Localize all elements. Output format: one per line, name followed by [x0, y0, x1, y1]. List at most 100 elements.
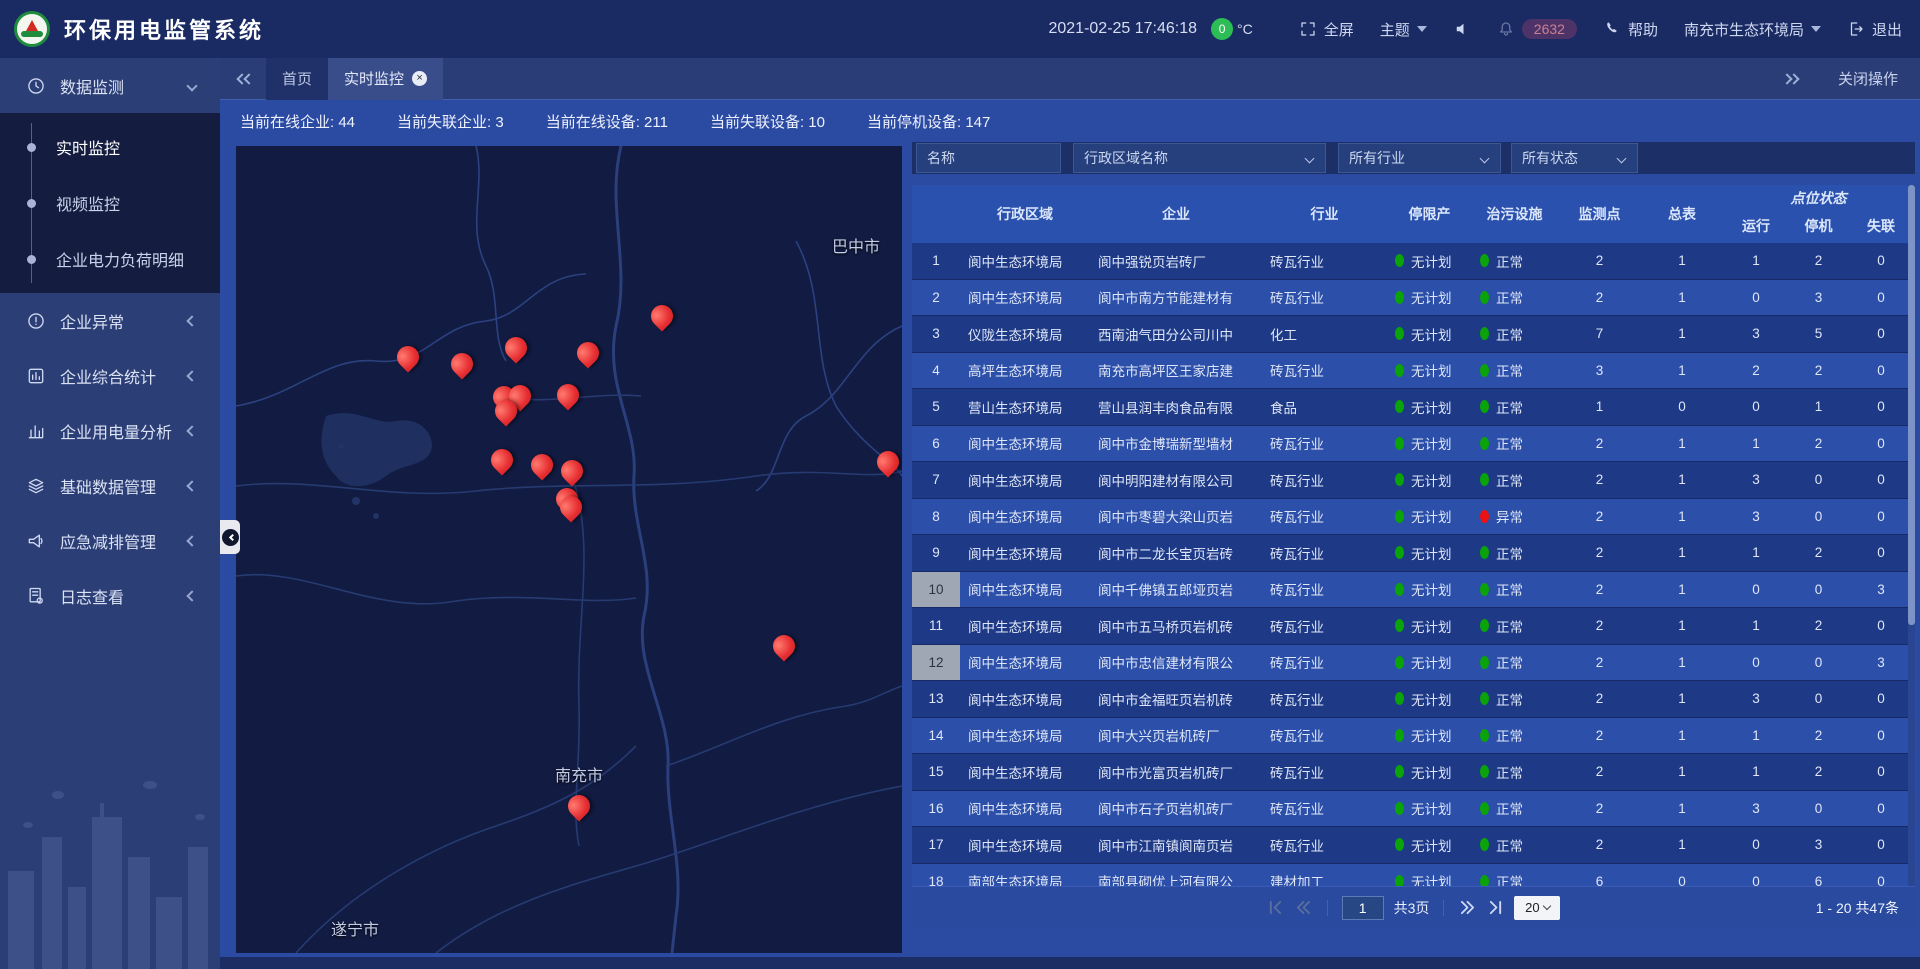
- table-row[interactable]: 12阆中生态环境局阆中市忠信建材有限公砖瓦行业无计划正常21003: [912, 645, 1915, 682]
- status-dot-icon: [1480, 473, 1489, 486]
- table-row[interactable]: 8阆中生态环境局阆中市枣碧大梁山页岩砖瓦行业无计划异常21300: [912, 499, 1915, 536]
- table-row[interactable]: 18南部生态环境局南部县砌优上河有限公建材加工无计划正常60060: [912, 864, 1915, 887]
- status-dot-icon: [1480, 327, 1489, 340]
- cell-facility-status: 正常: [1472, 243, 1557, 279]
- cell-monitor: 2: [1557, 243, 1642, 279]
- sidebar-collapse-handle[interactable]: [220, 520, 240, 554]
- cell-region: 阆中生态环境局: [960, 608, 1090, 644]
- sidebar-subitem-3[interactable]: 企业电力负荷明细: [0, 231, 220, 287]
- tabs-scroll-left-button[interactable]: [238, 75, 252, 83]
- sidebar-subitem-label: 实时监控: [56, 135, 120, 159]
- cell-stopped: 3: [1790, 827, 1847, 863]
- scrollbar-thumb[interactable]: [1908, 185, 1915, 625]
- cell-monitor: 2: [1557, 681, 1642, 717]
- notification-bell[interactable]: 2632: [1497, 19, 1577, 39]
- table-row[interactable]: 7阆中生态环境局阆中明阳建材有限公司砖瓦行业无计划正常21300: [912, 462, 1915, 499]
- cell-run: 0: [1722, 572, 1790, 608]
- org-dropdown[interactable]: 南充市生态环境局: [1684, 19, 1821, 40]
- theme-dropdown[interactable]: 主题: [1380, 19, 1427, 40]
- cell-monitor: 3: [1557, 353, 1642, 389]
- next-page-button[interactable]: [1458, 899, 1476, 917]
- table-row[interactable]: 11阆中生态环境局阆中市五马桥页岩机砖砖瓦行业无计划正常21120: [912, 608, 1915, 645]
- cell-region: 阆中生态环境局: [960, 462, 1090, 498]
- chevron-left-icon: [186, 425, 197, 436]
- chart-icon: [26, 421, 46, 441]
- table-row[interactable]: 3仪陇生态环境局西南油气田分公司川中化工无计划正常71350: [912, 316, 1915, 353]
- tab-home[interactable]: 首页: [266, 58, 328, 100]
- sidebar-item-1[interactable]: 数据监测: [0, 58, 220, 113]
- map-panel[interactable]: 巴中市南充市遂宁市: [236, 146, 902, 953]
- sidebar-subitem-2[interactable]: 视频监控: [0, 175, 220, 231]
- status-dot-icon: [1480, 875, 1489, 886]
- sidebar-item-2[interactable]: 企业异常: [0, 293, 220, 348]
- cell-lost: 0: [1847, 608, 1915, 644]
- cell-industry: 砖瓦行业: [1262, 754, 1387, 790]
- table-scrollbar[interactable]: [1908, 185, 1915, 886]
- cell-facility-status: 正常: [1472, 353, 1557, 389]
- close-operations-button[interactable]: 关闭操作: [1838, 68, 1898, 89]
- table-row[interactable]: 10阆中生态环境局阆中千佛镇五郎垭页岩砖瓦行业无计划正常21003: [912, 572, 1915, 609]
- first-page-button[interactable]: [1267, 899, 1285, 917]
- table-row[interactable]: 15阆中生态环境局阆中市光富页岩机砖厂砖瓦行业无计划正常21120: [912, 754, 1915, 791]
- cell-lost: 0: [1847, 754, 1915, 790]
- stat-item: 当前失联设备: 10: [710, 111, 825, 132]
- sidebar-subitem-1[interactable]: 实时监控: [0, 119, 220, 175]
- cell-num: 14: [912, 718, 960, 754]
- cell-company: 阆中市枣碧大梁山页岩: [1090, 499, 1262, 535]
- cell-company: 阆中市金博瑞新型墙材: [1090, 426, 1262, 462]
- table-row[interactable]: 17阆中生态环境局阆中市江南镇阆南页岩砖瓦行业无计划正常21030: [912, 827, 1915, 864]
- sidebar-item-label: 企业综合统计: [60, 364, 188, 388]
- sidebar-item-7[interactable]: 日志查看: [0, 568, 220, 623]
- cell-company: 阆中大兴页岩机砖厂: [1090, 718, 1262, 754]
- fullscreen-button[interactable]: 全屏: [1299, 19, 1354, 40]
- close-tab-icon[interactable]: ×: [412, 71, 427, 86]
- table-row[interactable]: 16阆中生态环境局阆中市石子页岩机砖厂砖瓦行业无计划正常21300: [912, 791, 1915, 828]
- table-row[interactable]: 14阆中生态环境局阆中大兴页岩机砖厂砖瓦行业无计划正常21120: [912, 718, 1915, 755]
- last-page-button[interactable]: [1486, 899, 1504, 917]
- cell-stopped: 0: [1790, 499, 1847, 535]
- cell-stop-status: 无计划: [1387, 499, 1472, 535]
- industry-filter-select[interactable]: 所有行业: [1338, 143, 1501, 173]
- sidebar-item-4[interactable]: 企业用电量分析: [0, 403, 220, 458]
- status-dot-icon: [1480, 364, 1489, 377]
- table-row[interactable]: 6阆中生态环境局阆中市金博瑞新型墙材砖瓦行业无计划正常21120: [912, 426, 1915, 463]
- table-row[interactable]: 4高坪生态环境局南充市高坪区王家店建砖瓦行业无计划正常31220: [912, 353, 1915, 390]
- sidebar-item-label: 数据监测: [60, 74, 188, 98]
- tab-realtime-monitor[interactable]: 实时监控 ×: [328, 58, 443, 100]
- col-lost: 失联: [1847, 209, 1915, 243]
- cell-run: 1: [1722, 754, 1790, 790]
- cell-stopped: 1: [1790, 389, 1847, 425]
- table-row[interactable]: 13阆中生态环境局阆中市金福旺页岩机砖砖瓦行业无计划正常21300: [912, 681, 1915, 718]
- sidebar-item-5[interactable]: 基础数据管理: [0, 458, 220, 513]
- status-dot-icon: [1480, 583, 1489, 596]
- sidebar-item-3[interactable]: 企业综合统计: [0, 348, 220, 403]
- name-filter[interactable]: [916, 143, 1061, 173]
- status-dot-icon: [1395, 546, 1404, 559]
- table-row[interactable]: 9阆中生态环境局阆中市二龙长宝页岩砖砖瓦行业无计划正常21120: [912, 535, 1915, 572]
- table-row[interactable]: 1阆中生态环境局阆中强锐页岩砖厂砖瓦行业无计划正常21120: [912, 243, 1915, 280]
- status-dot-icon: [1480, 729, 1489, 742]
- name-filter-input[interactable]: [927, 150, 1050, 166]
- cell-stop-status: 无计划: [1387, 827, 1472, 863]
- cell-company: 南部县砌优上河有限公: [1090, 864, 1262, 887]
- region-filter-select[interactable]: 行政区域名称: [1073, 143, 1326, 173]
- sidebar-item-label: 企业异常: [60, 309, 188, 333]
- page-number-input[interactable]: [1342, 896, 1384, 920]
- chevron-left-icon: [186, 315, 197, 326]
- page-size-select[interactable]: 20: [1514, 896, 1560, 920]
- table-row[interactable]: 2阆中生态环境局阆中市南方节能建材有砖瓦行业无计划正常21030: [912, 280, 1915, 317]
- mute-button[interactable]: [1453, 20, 1471, 38]
- logout-button[interactable]: 退出: [1847, 19, 1902, 40]
- bullet-dot-icon: [27, 143, 36, 152]
- status-filter-select[interactable]: 所有状态: [1511, 143, 1638, 173]
- sidebar-item-label: 应急减排管理: [60, 529, 188, 553]
- cell-meter: 0: [1642, 864, 1722, 887]
- help-button[interactable]: 帮助: [1603, 19, 1658, 40]
- table-row[interactable]: 5营山生态环境局营山县润丰肉食品有限食品无计划正常10010: [912, 389, 1915, 426]
- cell-num: 11: [912, 608, 960, 644]
- sidebar-item-6[interactable]: 应急减排管理: [0, 513, 220, 568]
- cell-lost: 3: [1847, 572, 1915, 608]
- prev-page-button[interactable]: [1295, 899, 1313, 917]
- tabs-scroll-right-button[interactable]: [1784, 75, 1798, 83]
- status-dot-icon: [1480, 291, 1489, 304]
